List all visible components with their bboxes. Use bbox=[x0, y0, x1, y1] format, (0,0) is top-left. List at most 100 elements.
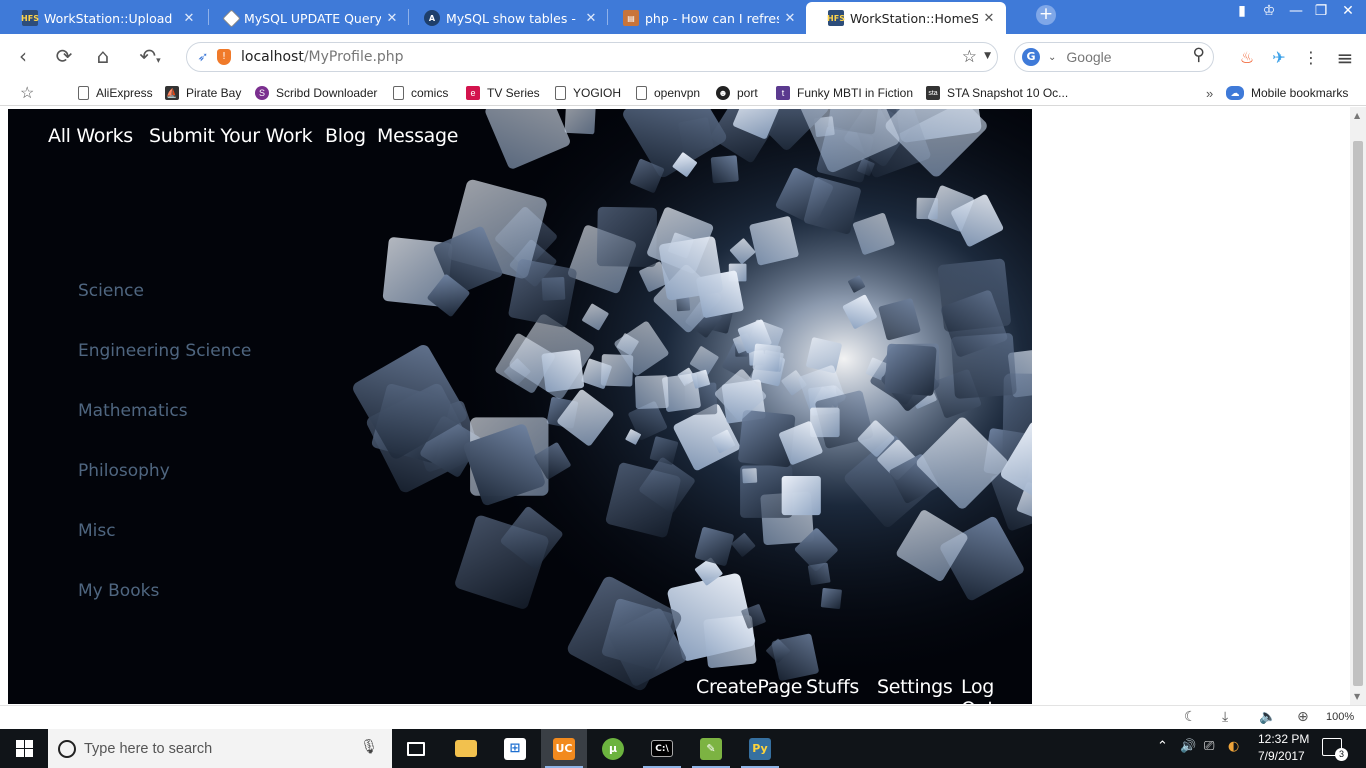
windows-logo-pane bbox=[25, 749, 33, 757]
bookmark-label: port bbox=[737, 86, 758, 100]
tab-workstation-upload[interactable]: HFS WorkStation::Upload ✕ bbox=[0, 2, 206, 34]
close-icon[interactable]: ✕ bbox=[783, 11, 797, 26]
bookmark-item[interactable]: S Scribd Downloader bbox=[255, 84, 377, 102]
tab-mysql-show-tables[interactable]: A MySQL show tables - How ✕ bbox=[402, 2, 608, 34]
nav-all-works[interactable]: All Works bbox=[48, 125, 133, 147]
restore-icon[interactable]: ❐ bbox=[1309, 3, 1333, 23]
terminal-glyph: C:\ bbox=[651, 740, 673, 757]
minimize-icon[interactable]: — bbox=[1284, 3, 1308, 23]
file-explorer-icon[interactable] bbox=[443, 729, 489, 768]
tab-mysql-update[interactable]: MySQL UPDATE Query ✕ bbox=[203, 2, 409, 34]
decorative-cube bbox=[916, 197, 938, 220]
chevron-down-icon[interactable]: ▼ bbox=[984, 51, 991, 61]
windows-taskbar: Type here to search 🎙 ⊞ UC µ C:\ ✎ Py ⌃ … bbox=[0, 729, 1366, 768]
windows-logo-icon bbox=[16, 740, 24, 748]
hamburger-menu-icon[interactable]: ≡ bbox=[1334, 47, 1356, 69]
sidebar-toggle-icon[interactable]: ▮ bbox=[1230, 3, 1254, 23]
network-icon[interactable]: ⎚ bbox=[1204, 739, 1214, 754]
address-bar[interactable]: ➶ ! localhost /MyProfile.php ☆ ▼ bbox=[186, 42, 998, 72]
bookmark-item[interactable]: openvpn bbox=[636, 84, 700, 102]
terminal-icon[interactable]: C:\ bbox=[639, 729, 685, 768]
cloud-icon: ☁ bbox=[1226, 86, 1244, 100]
category-philosophy[interactable]: Philosophy bbox=[78, 461, 170, 481]
reload-button[interactable]: ⟳ bbox=[51, 44, 77, 70]
tab-workstation-homescreen[interactable]: HFS WorkStation::HomeScreen ✕ bbox=[806, 2, 1006, 34]
google-icon[interactable]: G bbox=[1022, 48, 1040, 66]
tab-title: php - How can I refresh a bbox=[645, 10, 779, 26]
hfs-icon: HFS bbox=[827, 10, 845, 26]
tab-strip: HFS WorkStation::Upload ✕ MySQL UPDATE Q… bbox=[0, 0, 1366, 34]
scroll-thumb[interactable] bbox=[1353, 141, 1363, 686]
close-icon[interactable]: ✕ bbox=[385, 11, 399, 26]
new-tab-button[interactable]: + bbox=[1036, 5, 1056, 25]
bookmark-item[interactable]: AliExpress bbox=[78, 84, 153, 102]
scroll-up-icon[interactable]: ▲ bbox=[1354, 111, 1360, 120]
mobile-bookmarks[interactable]: ☁ Mobile bookmarks bbox=[1226, 84, 1348, 102]
search-input[interactable] bbox=[1066, 49, 1177, 65]
window-close-icon[interactable]: ✕ bbox=[1336, 3, 1360, 23]
download-icon[interactable]: ⤓ bbox=[1222, 709, 1228, 725]
category-engineering-science[interactable]: Engineering Science bbox=[78, 341, 251, 361]
nav-create-page[interactable]: CreatePage bbox=[696, 676, 802, 698]
bookmarks-star-icon[interactable]: ☆ bbox=[20, 84, 34, 102]
nav-message[interactable]: Message bbox=[377, 125, 458, 147]
shield-icon: ! bbox=[217, 49, 231, 65]
scroll-down-icon[interactable]: ▼ bbox=[1354, 692, 1360, 701]
back-button[interactable]: ‹ bbox=[10, 44, 36, 70]
start-button[interactable] bbox=[0, 729, 48, 768]
store-icon[interactable]: ⊞ bbox=[492, 729, 538, 768]
volume-icon[interactable]: 🔈 bbox=[1259, 709, 1276, 725]
chevron-down-icon[interactable]: ⌄ bbox=[1048, 52, 1056, 63]
undo-close-button[interactable]: ↶▾ bbox=[132, 44, 168, 70]
tray-expand-icon[interactable]: ⌃ bbox=[1157, 739, 1168, 754]
search-icon[interactable]: ⚲ bbox=[1193, 45, 1205, 65]
close-icon[interactable]: ✕ bbox=[182, 11, 196, 26]
speaker-icon[interactable]: 🔊 bbox=[1180, 739, 1196, 754]
more-bookmarks-icon[interactable]: » bbox=[1206, 84, 1213, 102]
bookmark-item[interactable]: t Funky MBTI in Fiction bbox=[776, 84, 913, 102]
zoom-level[interactable]: 100% bbox=[1326, 711, 1354, 723]
nav-stuffs[interactable]: Stuffs bbox=[806, 676, 859, 698]
bookmarks-bar: ☆ AliExpress ⛵ Pirate Bay S Scribd Downl… bbox=[0, 80, 1366, 106]
nav-blog[interactable]: Blog bbox=[325, 125, 366, 147]
category-mathematics[interactable]: Mathematics bbox=[78, 401, 188, 421]
category-science[interactable]: Science bbox=[78, 281, 144, 301]
python-icon[interactable]: Py bbox=[737, 729, 783, 768]
bookmark-item[interactable]: sta STA Snapshot 10 Oc... bbox=[926, 84, 1068, 102]
more-menu-icon[interactable]: ⋮ bbox=[1300, 47, 1322, 69]
rocket-extension-icon[interactable]: ✈ bbox=[1268, 47, 1290, 69]
zoom-icon[interactable]: ⊕ bbox=[1297, 709, 1309, 725]
bookmark-label: AliExpress bbox=[96, 86, 153, 100]
nav-settings[interactable]: Settings bbox=[877, 676, 953, 698]
close-icon[interactable]: ✕ bbox=[584, 11, 598, 26]
editor-icon[interactable]: ✎ bbox=[688, 729, 734, 768]
bookmark-item[interactable]: ☻ port bbox=[716, 84, 758, 102]
taskbar-search[interactable]: Type here to search 🎙 bbox=[48, 729, 392, 768]
nav-submit-your-work[interactable]: Submit Your Work bbox=[149, 125, 313, 147]
notification-count: 3 bbox=[1335, 748, 1348, 761]
bookmark-item[interactable]: YOGIOH bbox=[555, 84, 621, 102]
fire-extension-icon[interactable]: ♨ bbox=[1236, 47, 1258, 69]
utorrent-icon[interactable]: µ bbox=[590, 729, 636, 768]
page-scrollbar[interactable]: ▲ ▼ bbox=[1350, 107, 1366, 705]
decorative-cube bbox=[742, 468, 758, 484]
night-mode-icon[interactable]: ☾ bbox=[1184, 709, 1197, 725]
task-view-icon[interactable] bbox=[393, 729, 439, 768]
clock-time[interactable]: 12:32 PM bbox=[1258, 732, 1309, 746]
microphone-icon[interactable]: 🎙 bbox=[360, 739, 378, 755]
category-misc[interactable]: Misc bbox=[78, 521, 116, 541]
nav-log-out[interactable]: Log Out bbox=[961, 676, 1032, 704]
search-box[interactable]: G ⌄ ⚲ bbox=[1014, 42, 1214, 72]
tab-php-refresh[interactable]: ▤ php - How can I refresh a ✕ bbox=[601, 2, 807, 34]
bookmark-item[interactable]: comics bbox=[393, 84, 448, 102]
skin-icon[interactable]: ♔ bbox=[1257, 3, 1281, 23]
weather-icon[interactable]: ◐ bbox=[1228, 739, 1239, 754]
clock-date[interactable]: 7/9/2017 bbox=[1258, 749, 1305, 763]
category-my-books[interactable]: My Books bbox=[78, 581, 159, 601]
home-button[interactable]: ⌂ bbox=[90, 44, 116, 70]
bookmark-item[interactable]: e TV Series bbox=[466, 84, 540, 102]
uc-browser-icon[interactable]: UC bbox=[541, 729, 587, 768]
close-icon[interactable]: ✕ bbox=[982, 11, 996, 26]
bookmark-item[interactable]: ⛵ Pirate Bay bbox=[165, 84, 241, 102]
bookmark-star-icon[interactable]: ☆ bbox=[962, 47, 977, 67]
